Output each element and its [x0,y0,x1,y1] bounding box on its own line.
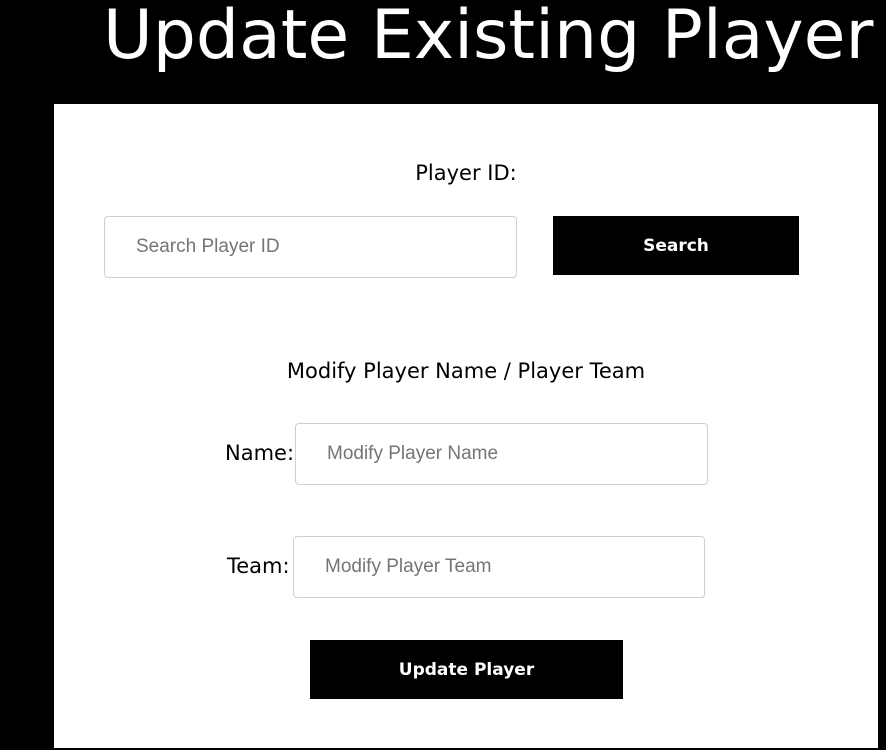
update-player-button[interactable]: Update Player [310,640,623,699]
search-player-id-input[interactable] [104,216,517,278]
player-team-input[interactable] [293,536,705,598]
player-id-label: Player ID: [415,161,517,185]
update-player-form: Player ID: Search Modify Player Name / P… [54,104,878,748]
player-name-input[interactable] [295,423,708,485]
search-button[interactable]: Search [553,216,799,275]
team-label: Team: [227,554,290,578]
modify-section-heading: Modify Player Name / Player Team [286,359,646,383]
name-label: Name: [225,441,295,465]
page-title: Update Existing Player [103,0,874,75]
